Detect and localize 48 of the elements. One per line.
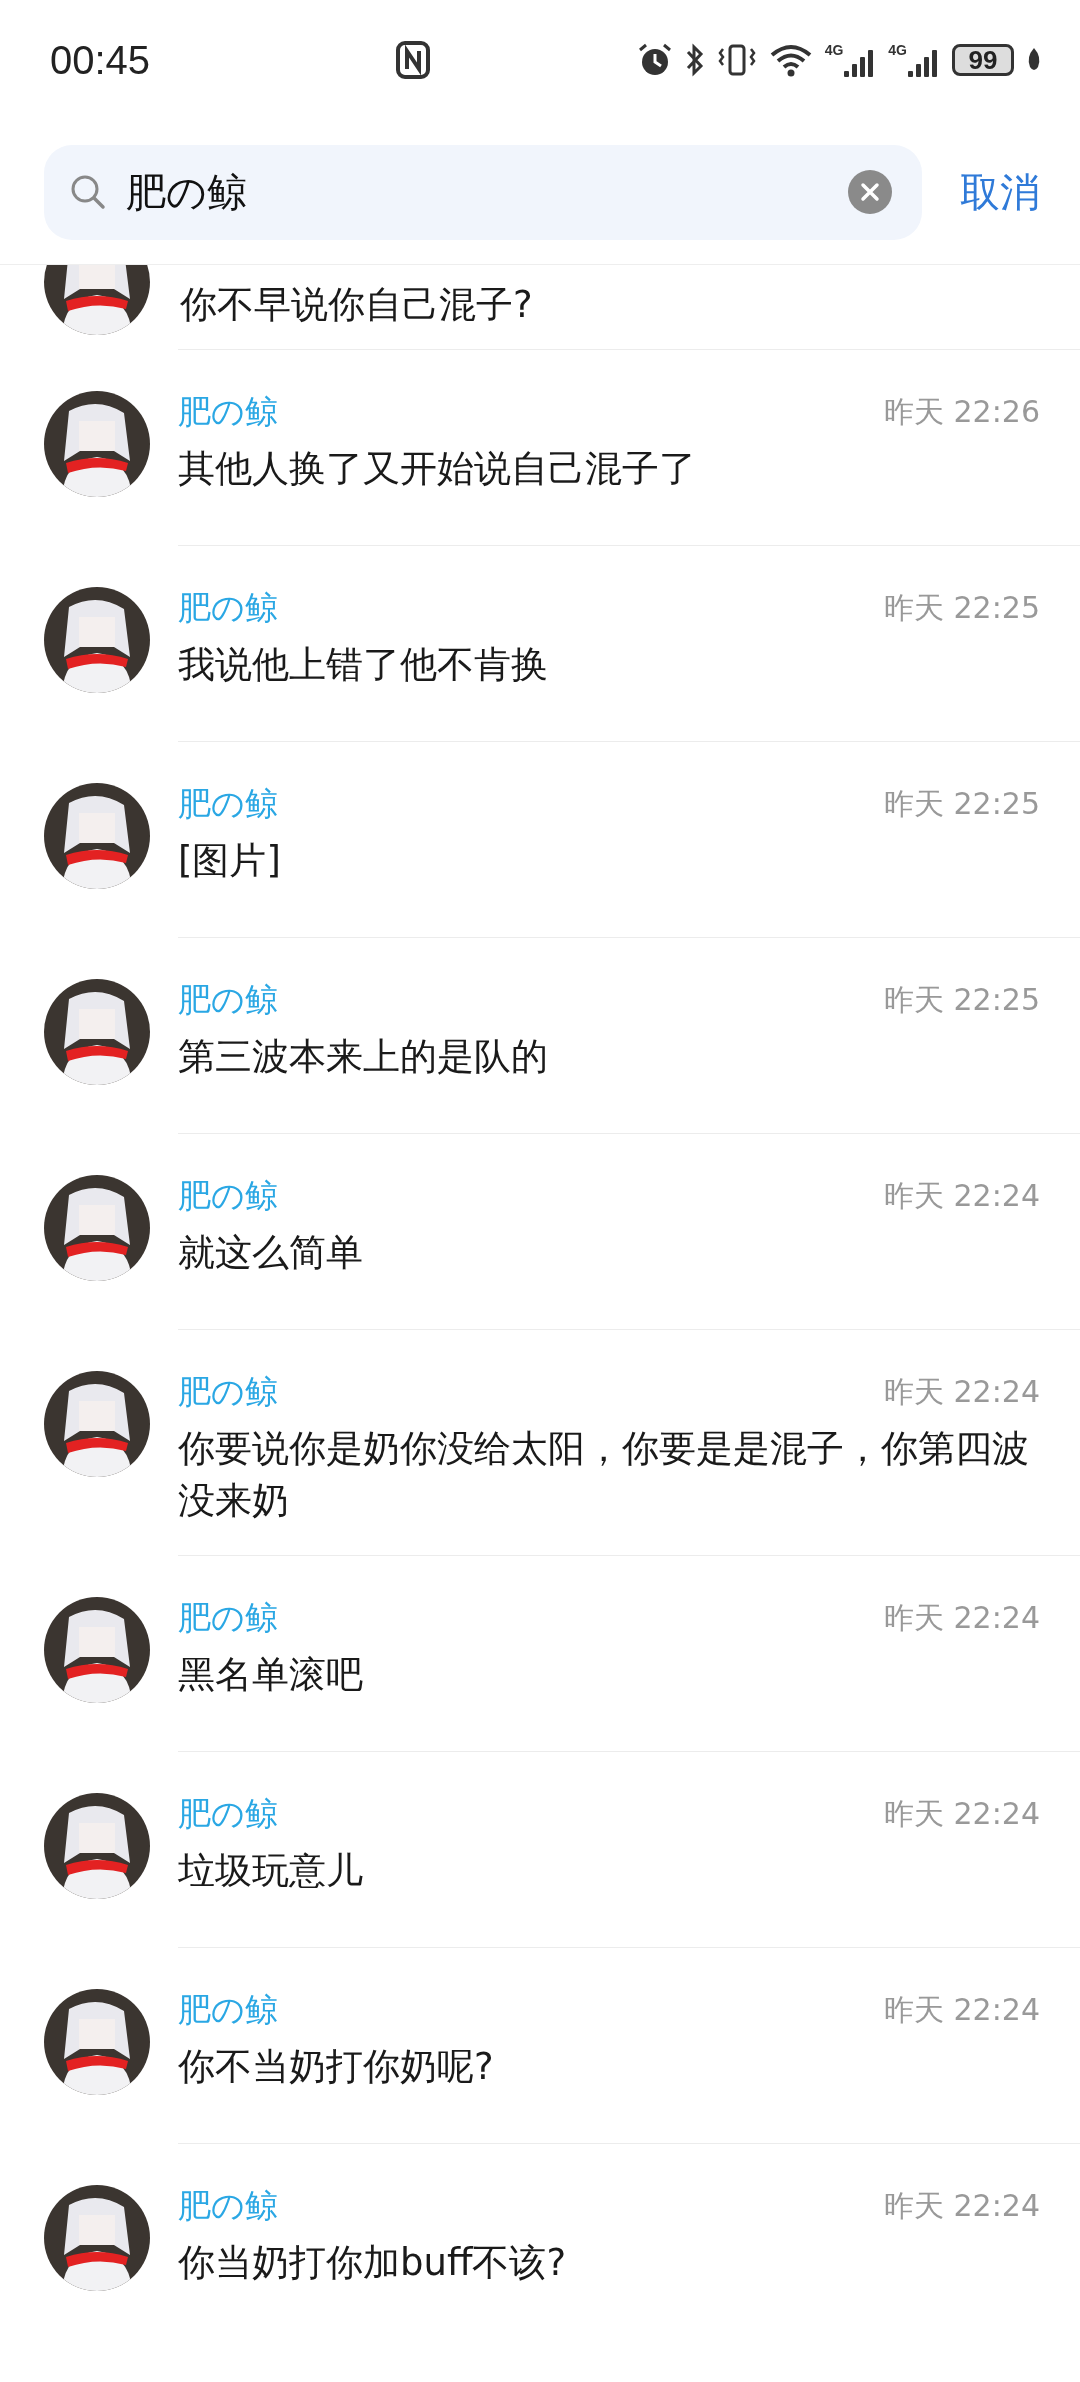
cancel-button[interactable]: 取消 (960, 164, 1040, 220)
message-text: 就这么简单 (178, 1230, 364, 1276)
sender-name: 肥の鲸 (178, 783, 278, 825)
message-time: 昨天 22:24 (884, 1795, 1040, 1833)
message-text: 我说他上错了他不肯换 (178, 642, 549, 688)
message-time: 昨天 22:24 (884, 2187, 1040, 2225)
network-type: 4G (888, 43, 907, 57)
message-text: 其他人换了又开始说自己混子了 (178, 446, 697, 492)
message-text: [图片] (178, 838, 282, 884)
search-result[interactable]: 肥の鲸 昨天 22:26 其他人换了又开始说自己混子了 (178, 349, 1080, 545)
search-result[interactable]: 肥の鲸 昨天 22:24 你要说你是奶你没给太阳，你要是是混子，你第四波没来奶 (178, 1329, 1080, 1555)
message-text: 垃圾玩意儿 (178, 1848, 364, 1894)
search-result[interactable]: 肥の鲸 昨天 22:25 [图片] (178, 741, 1080, 937)
search-result[interactable]: 肥の鲸 昨天 22:25 第三波本来上的是队的 (178, 937, 1080, 1133)
search-input[interactable]: 肥の鲸 (126, 169, 848, 215)
sender-name: 肥の鲸 (178, 391, 278, 433)
battery-level: 99 (952, 44, 1014, 76)
sender-name: 肥の鲸 (178, 1597, 278, 1639)
search-field[interactable]: 肥の鲸 (44, 144, 922, 240)
message-time: 昨天 22:26 (884, 393, 1040, 431)
clock-time: 00:45 (50, 37, 151, 83)
sender-name: 肥の鲸 (178, 2185, 278, 2227)
message-time: 昨天 22:25 (884, 589, 1040, 627)
sender-name: 肥の鲸 (178, 587, 278, 629)
sender-name: 肥の鲸 (178, 1175, 278, 1217)
message-text: 你要说你是奶你没给太阳，你要是是混子，你第四波没来奶 (178, 1426, 1030, 1524)
search-result[interactable]: 肥の鲸 昨天 22:25 我说他上错了他不肯换 (178, 545, 1080, 741)
message-time: 昨天 22:24 (884, 1599, 1040, 1637)
sender-name: 肥の鲸 (178, 1989, 278, 2031)
message-text: 你不早说你自己混子? (180, 282, 533, 328)
message-text: 黑名单滚吧 (178, 1652, 364, 1698)
message-text: 你不当奶打你奶呢? (178, 2044, 495, 2090)
sender-name: 肥の鲸 (178, 979, 278, 1021)
message-time: 昨天 22:25 (884, 785, 1040, 823)
search-result[interactable]: 肥の鲸 昨天 22:24 黑名单滚吧 (178, 1555, 1080, 1751)
message-time: 昨天 22:24 (884, 1991, 1040, 2029)
message-time: 昨天 22:24 (884, 1177, 1040, 1215)
network-type: 4G (824, 43, 844, 57)
message-text: 你当奶打你加buff不该? (178, 2240, 568, 2286)
search-result[interactable]: 肥の鲸 昨天 22:24 你不当奶打你奶呢? (178, 1947, 1080, 2143)
message-time: 昨天 22:25 (884, 981, 1040, 1019)
sender-name: 肥の鲸 (178, 1371, 278, 1413)
message-time: 昨天 22:24 (884, 1373, 1040, 1411)
sender-name: 肥の鲸 (178, 1793, 278, 1835)
search-result[interactable]: 肥の鲸 昨天 22:24 垃圾玩意儿 (178, 1751, 1080, 1947)
search-result[interactable]: 肥の鲸 昨天 22:24 你当奶打你加buff不该? (178, 2143, 1080, 2339)
search-result[interactable]: 肥の鲸 昨天 22:24 就这么简单 (178, 1133, 1080, 1329)
message-text: 第三波本来上的是队的 (178, 1034, 549, 1080)
